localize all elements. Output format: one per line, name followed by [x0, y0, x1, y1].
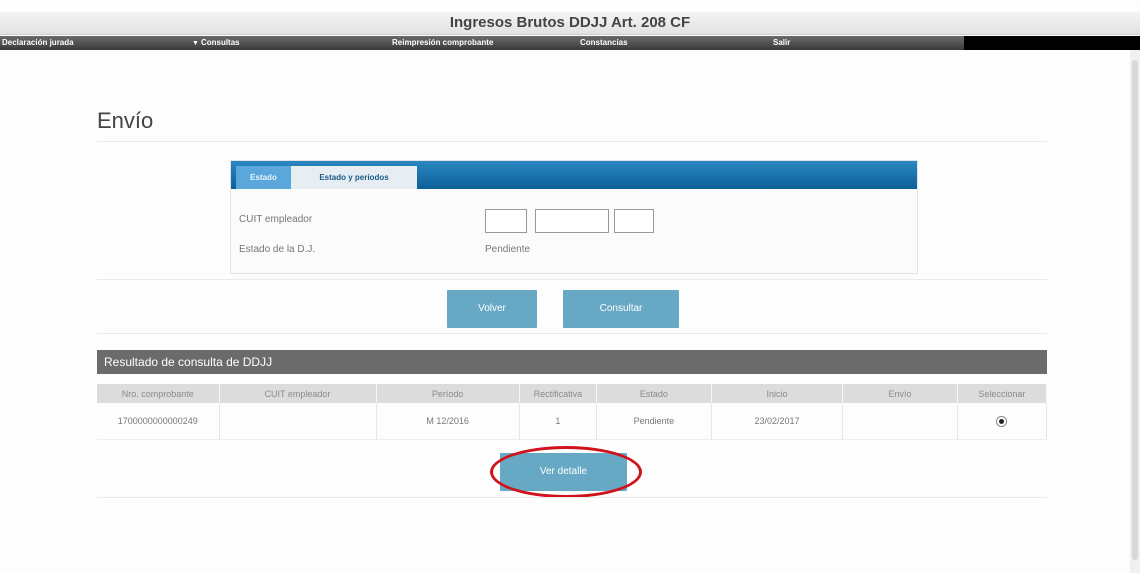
column-header: Seleccionar — [957, 384, 1048, 403]
cell-estado: Pendiente — [596, 403, 712, 440]
divider — [97, 279, 1047, 280]
estado-value: Pendiente — [485, 244, 531, 255]
results-header: Resultado de consulta de DDJJ — [97, 350, 1047, 374]
cuit-prefix-input[interactable] — [485, 209, 527, 233]
consultar-button[interactable]: Consultar — [563, 290, 679, 328]
column-header: Período — [376, 384, 520, 403]
cell-nro-comprobante: 1700000000000249 — [97, 403, 220, 440]
menu-item-constancias[interactable]: Constancias — [580, 36, 628, 50]
column-header: Estado — [596, 384, 712, 403]
cell-inicio: 23/02/2017 — [711, 403, 844, 440]
menu-item-salir[interactable]: Salir — [773, 36, 790, 50]
menu-item-label: Constancias — [580, 38, 628, 47]
cuit-check-input[interactable] — [614, 209, 654, 233]
divider — [97, 333, 1047, 334]
column-header: Nro. comprobante — [97, 384, 220, 403]
menu-item-label: Reimpresión comprobante — [392, 38, 494, 47]
menu-item-label: Salir — [773, 38, 791, 47]
cuit-row: CUIT empleador — [231, 206, 917, 236]
cell-seleccionar — [957, 403, 1048, 440]
scrollbar-thumb[interactable] — [1132, 60, 1138, 560]
column-header: CUIT empleador — [219, 384, 377, 403]
window-title: Ingresos Brutos DDJJ Art. 208 CF — [0, 12, 1140, 35]
estado-label: Estado de la D.J. — [239, 244, 316, 255]
menu-item-declaracion[interactable]: Declaración jurada — [2, 36, 74, 50]
tab-strip: Estado Estado y períodos — [231, 161, 917, 189]
column-header: Envío — [842, 384, 958, 403]
cuit-number-input[interactable] — [535, 209, 609, 233]
vertical-scrollbar[interactable] — [1130, 50, 1140, 573]
menu-item-label: Declaración jurada — [2, 38, 74, 47]
estado-row: Estado de la D.J. Pendiente — [231, 236, 917, 266]
menu-bar: Declaración jurada ▼ Consultas Reimpresió… — [0, 36, 1140, 50]
results-table: Nro. comprobante CUIT empleador Período … — [97, 384, 1048, 440]
ver-detalle-button[interactable]: Ver detalle — [500, 453, 627, 491]
cell-rectificativa: 1 — [519, 403, 598, 440]
page-title: Envío — [97, 108, 154, 133]
menu-item-reimpresion[interactable]: Reimpresión comprobante — [392, 36, 493, 50]
column-header: Inicio — [711, 384, 844, 403]
cuit-label: CUIT empleador — [239, 214, 313, 225]
tab-estado[interactable]: Estado — [236, 166, 291, 189]
select-row-radio[interactable] — [996, 415, 1008, 427]
tab-estado-y-periodos[interactable]: Estado y períodos — [291, 166, 417, 189]
menu-bar-filler — [964, 36, 1140, 50]
cell-cuit — [219, 403, 377, 440]
table-header-row: Nro. comprobante CUIT empleador Período … — [97, 384, 1048, 403]
cell-envio — [842, 403, 958, 440]
cell-periodo: M 12/2016 — [376, 403, 520, 440]
volver-button[interactable]: Volver — [447, 290, 537, 328]
menu-item-label: Consultas — [200, 38, 240, 47]
menu-item-consultas[interactable]: ▼ Consultas — [192, 36, 240, 51]
caret-down-icon: ▼ — [192, 40, 199, 47]
table-row[interactable]: 1700000000000249 M 12/2016 1 Pendiente 2… — [97, 403, 1048, 440]
query-panel: Estado Estado y períodos CUIT empleador … — [230, 160, 918, 274]
divider — [97, 497, 1047, 498]
column-header: Rectificativa — [519, 384, 598, 403]
divider — [97, 141, 1047, 142]
